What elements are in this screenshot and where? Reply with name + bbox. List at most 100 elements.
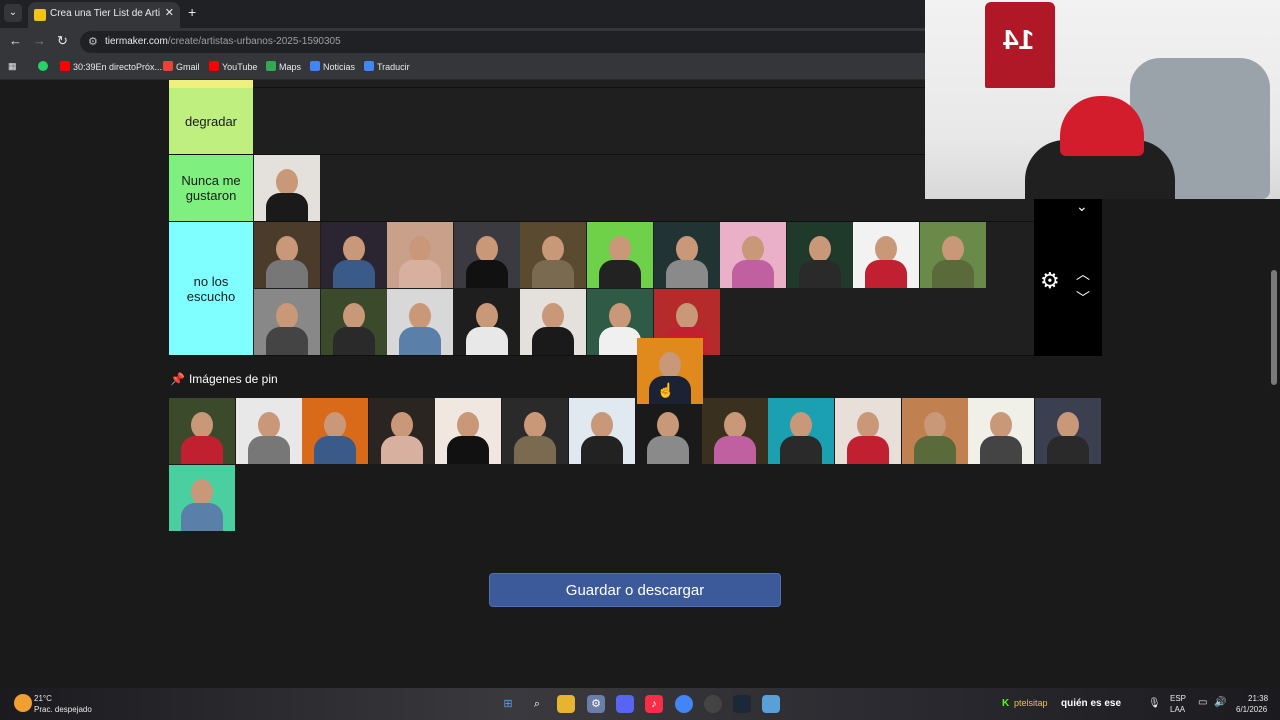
reload-icon[interactable]: ↻ [57,33,68,49]
artist-face [857,412,879,438]
gear-icon[interactable]: ⚙ [1040,268,1060,294]
artist-face [675,303,698,329]
dragged-artist-image[interactable]: ☝ [637,338,703,404]
pin-artist-image[interactable] [235,398,302,464]
artist-image[interactable] [920,222,986,288]
tier-label[interactable]: no los escucho [169,222,253,355]
artist-body [514,436,556,464]
pin-artist-image[interactable] [968,398,1035,464]
webcam-overlay: 14 [925,0,1280,199]
tiermaker-favicon-icon [34,9,46,21]
artist-face [191,479,213,505]
artist-body [665,260,708,288]
artist-image[interactable] [520,289,587,355]
pin-artist-image[interactable] [169,465,235,531]
language-bottom[interactable]: LAA [1170,705,1185,714]
browser-tab[interactable]: Crea una Tier List de Artistas Ur ✕ [28,2,180,28]
artist-image[interactable] [453,222,520,288]
apps-grid-icon[interactable]: ▦ [8,61,17,72]
pin-artist-image[interactable] [502,398,568,464]
back-icon[interactable]: ← [9,33,22,48]
artist-face [409,303,432,329]
artist-image[interactable] [520,222,587,288]
chrome-icon[interactable] [675,695,693,713]
music-icon[interactable]: ♪ [645,695,663,713]
tier-row-no-los-escucho[interactable]: no los escucho [169,222,1102,356]
temperature: 21°C [34,694,52,703]
artist-image[interactable] [387,222,454,288]
network-icon[interactable]: ▭ [1198,697,1207,708]
pin-artist-image[interactable] [302,398,369,464]
address-bar[interactable]: ⚙ tiermaker.com/create/artistas-urbanos-… [80,31,940,53]
new-tab-icon[interactable]: + [188,4,196,20]
artist-image[interactable] [254,289,320,355]
pin-artist-image[interactable] [901,398,968,464]
artist-image[interactable] [587,222,653,288]
whatsapp-icon[interactable] [38,61,51,72]
tier-label[interactable]: degradar [169,88,253,154]
steam-icon[interactable] [733,695,751,713]
chevron-down-icon[interactable]: ﹀ [1076,288,1090,308]
save-download-button[interactable]: Guardar o descargar [489,573,781,607]
volume-icon[interactable]: 🔊 [1214,697,1226,708]
chevron-down-icon[interactable]: ⌄ [1076,198,1088,215]
artist-face [659,352,681,378]
chevron-up-icon[interactable]: ︿ [1076,264,1090,284]
forward-icon[interactable]: → [33,33,46,48]
pin-artist-image[interactable] [768,398,835,464]
pin-artist-image[interactable] [568,398,635,464]
artist-face [276,169,298,195]
clock-time[interactable]: 21:38 [1248,694,1268,703]
bookmark-maps[interactable]: Maps [266,61,301,72]
pin-artist-image[interactable] [435,398,502,464]
artist-image[interactable] [653,222,720,288]
artist-image[interactable] [320,222,387,288]
artist-body [980,436,1023,464]
pin-artist-image[interactable] [701,398,768,464]
clock-date[interactable]: 6/1/2026 [1236,705,1267,714]
pin-artist-image[interactable] [635,398,702,464]
artist-image[interactable] [786,222,853,288]
bookmark-translate[interactable]: Traducir [364,61,410,72]
artist-body [399,260,442,288]
file-explorer-icon[interactable] [557,695,575,713]
artist-body [580,436,623,464]
language-top[interactable]: ESP [1170,694,1186,703]
pin-artist-image[interactable] [835,398,901,464]
search-icon[interactable]: ⌕ [528,695,546,713]
artist-body [1046,436,1089,464]
artist-image[interactable] [320,289,387,355]
artist-image[interactable] [853,222,920,288]
artist-body [798,260,841,288]
tab-search-icon[interactable]: ⌄ [4,4,22,22]
start-icon[interactable]: ⊞ [499,695,517,713]
discord-icon[interactable] [616,695,634,713]
pin-artist-image[interactable] [1034,398,1101,464]
scrollbar-thumb[interactable] [1271,270,1277,385]
bookmark-live[interactable]: 30:39En directoPróx... [60,61,162,72]
bookmark-gmail[interactable]: Gmail [163,61,200,72]
bookmark-news[interactable]: Noticias [310,61,355,72]
artist-image[interactable] [720,222,787,288]
artist-body [399,327,442,355]
obs-icon[interactable] [704,695,722,713]
pin-artist-image[interactable] [169,398,235,464]
pin-artist-image[interactable] [368,398,435,464]
windows-taskbar: 21°C Prac. despejado ⊞ ⌕ ⚙ ♪ K ptelsitap… [0,688,1280,720]
bookmark-youtube[interactable]: YouTube [209,61,257,72]
tier-label[interactable]: Nunca me gustaron [169,155,253,221]
artist-image[interactable] [453,289,520,355]
close-tab-icon[interactable]: ✕ [165,6,174,19]
artist-body [465,260,508,288]
artist-image[interactable] [254,222,320,288]
notepad-icon[interactable] [762,695,780,713]
weather-icon[interactable] [14,694,32,712]
settings-icon[interactable]: ⚙ [587,695,605,713]
microphone-icon[interactable]: 🎙 [1148,698,1161,709]
artist-image[interactable] [254,155,320,221]
site-info-icon[interactable]: ⚙ [88,35,98,48]
gmail-icon [163,61,173,71]
artist-body [532,327,575,355]
artist-face [342,303,365,329]
artist-image[interactable] [387,289,454,355]
